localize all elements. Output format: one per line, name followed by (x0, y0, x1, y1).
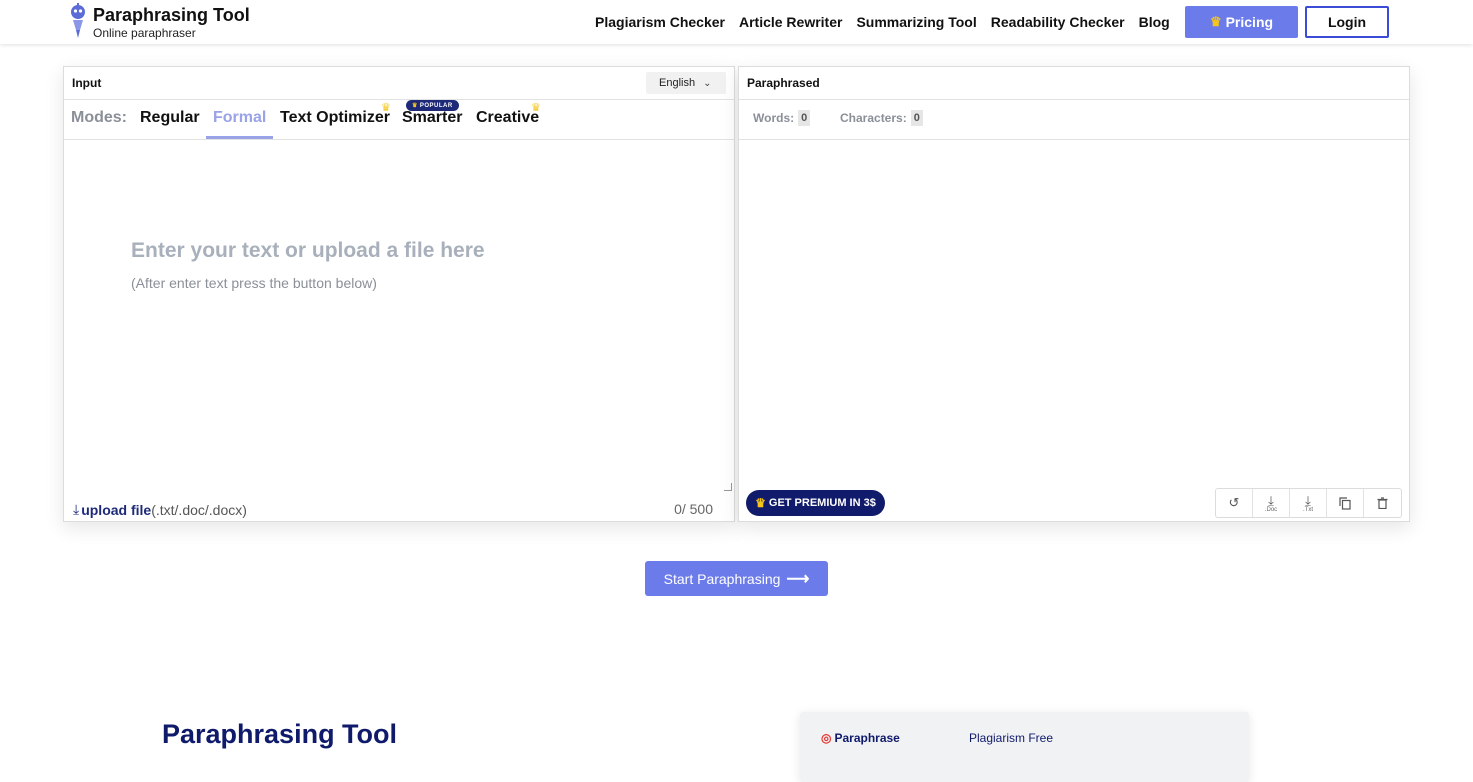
txt-label: .Txt (1303, 507, 1313, 513)
site-logo[interactable]: Paraphrasing Tool Online paraphraser (66, 3, 250, 40)
crown-icon: ♛ (531, 102, 541, 114)
output-title: Paraphrased (747, 76, 820, 90)
nav-plagiarism-checker[interactable]: Plagiarism Checker (595, 14, 725, 30)
logo-subtitle: Online paraphraser (93, 26, 196, 40)
input-title: Input (72, 76, 102, 90)
copy-button[interactable] (1327, 489, 1364, 517)
language-value: English (659, 77, 696, 89)
start-label: Start Paraphrasing (663, 570, 781, 587)
premium-label: GET PREMIUM IN 3$ (768, 497, 876, 509)
active-mode-indicator (206, 136, 273, 139)
characters-stat: Characters: 0 (840, 110, 923, 126)
copy-icon (1339, 496, 1351, 510)
trash-icon (1377, 497, 1388, 509)
chevron-down-icon: ⌄ (703, 77, 712, 89)
modes-label: Modes: (71, 109, 127, 126)
modes-bar: Modes: Regular Formal Text Optimizer ♛ ♛… (64, 100, 734, 140)
undo-icon: ↺ (1228, 495, 1240, 510)
pricing-label: Pricing (1225, 14, 1274, 30)
mode-regular[interactable]: Regular (140, 109, 200, 127)
card-tab-plagiarism-free[interactable]: Plagiarism Free (969, 731, 1053, 745)
resize-handle-icon[interactable] (724, 483, 732, 491)
undo-button[interactable]: ↺ (1216, 489, 1253, 517)
crown-icon: ♛ (412, 103, 418, 109)
top-header: Paraphrasing Tool Online paraphraser Pla… (0, 0, 1473, 44)
pricing-button[interactable]: ♛ Pricing (1185, 6, 1298, 38)
doc-label: .Doc (1264, 507, 1278, 513)
delete-button[interactable] (1364, 489, 1401, 517)
section-title: Paraphrasing Tool (162, 719, 398, 749)
nav-summarizing-tool[interactable]: Summarizing Tool (856, 14, 976, 30)
character-counter: 0/ 500 (674, 501, 713, 517)
robot-logo-icon (66, 3, 92, 39)
download-icon: ⤓ (73, 501, 80, 517)
upload-label: upload file (81, 501, 152, 518)
feature-card: ◎ Paraphrase Plagiarism Free (800, 712, 1249, 782)
output-panel-header: Paraphrased (739, 67, 1409, 100)
get-premium-button[interactable]: ♛ GET PREMIUM IN 3$ (746, 490, 885, 516)
words-value: 0 (798, 110, 811, 126)
download-doc-button[interactable]: ⤓ .Doc (1253, 489, 1290, 517)
words-label: Words: (753, 111, 795, 125)
mode-creative[interactable]: Creative (476, 109, 539, 127)
crown-icon: ♛ (1209, 14, 1222, 29)
nav-readability-checker[interactable]: Readability Checker (991, 14, 1125, 30)
placeholder-main: Enter your text or upload a file here (131, 239, 485, 262)
text-input-area[interactable]: Enter your text or upload a file here (A… (64, 141, 734, 491)
crown-icon: ♛ (381, 102, 391, 114)
target-icon: ◎ (821, 731, 832, 745)
placeholder-sub: (After enter text press the button below… (131, 275, 377, 291)
main-nav: Plagiarism Checker Article Rewriter Summ… (595, 0, 1184, 44)
words-stat: Words: 0 (753, 110, 811, 126)
upload-types: (.txt/.doc/.docx) (151, 501, 247, 518)
characters-label: Characters: (840, 111, 907, 125)
input-panel-header: Input English ⌄ (64, 67, 734, 100)
characters-value: 0 (910, 110, 923, 126)
mode-text-optimizer[interactable]: Text Optimizer (280, 109, 390, 127)
popular-label: POPULAR (419, 102, 453, 109)
mode-smarter[interactable]: Smarter (402, 109, 462, 127)
input-panel: Input English ⌄ Modes: Regular Formal Te… (63, 66, 735, 522)
stats-bar: Words: 0 Characters: 0 (739, 100, 1409, 140)
card-tab-paraphrase[interactable]: ◎ Paraphrase (821, 731, 900, 745)
mode-formal[interactable]: Formal (213, 109, 266, 127)
download-txt-button[interactable]: ⤓ .Txt (1290, 489, 1327, 517)
nav-blog[interactable]: Blog (1139, 14, 1170, 30)
upload-file-link[interactable]: ⤓ upload file (.txt/.doc/.docx) (73, 501, 247, 518)
login-button[interactable]: Login (1305, 6, 1389, 38)
logo-title: Paraphrasing Tool (93, 5, 250, 25)
arrow-right-icon: ⟶ (786, 570, 810, 588)
output-toolbar: ↺ ⤓ .Doc ⤓ .Txt (1215, 488, 1402, 518)
nav-article-rewriter[interactable]: Article Rewriter (739, 14, 842, 30)
card-tab1-label: Paraphrase (834, 731, 900, 745)
start-paraphrasing-button[interactable]: Start Paraphrasing ⟶ (645, 561, 828, 596)
crown-icon: ♛ (755, 496, 766, 510)
language-select[interactable]: English ⌄ (646, 72, 726, 94)
output-panel: Paraphrased Words: 0 Characters: 0 ♛ GET… (738, 66, 1410, 522)
